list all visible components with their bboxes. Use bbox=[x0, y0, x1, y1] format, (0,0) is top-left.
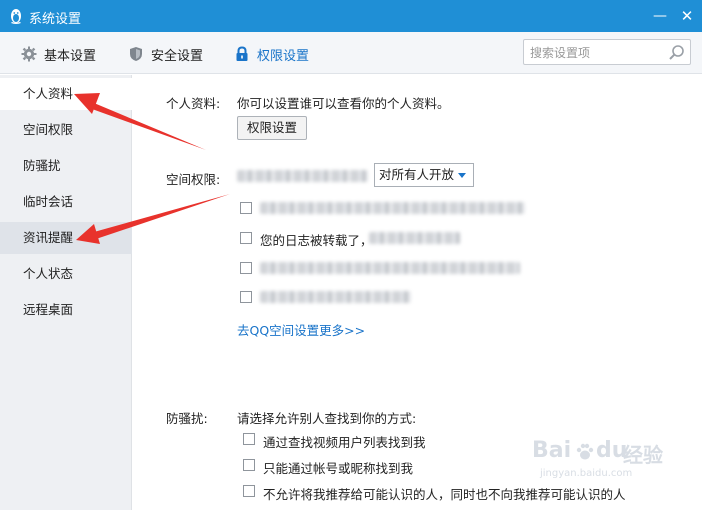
blurred-text bbox=[237, 170, 368, 182]
search-input[interactable] bbox=[530, 44, 660, 62]
tab-permission-settings[interactable]: 权限设置 bbox=[234, 44, 309, 64]
find-option-label-3: 不允许将我推荐给可能认识的人，同时也不向我推荐可能认识的人 bbox=[263, 487, 626, 502]
search-box bbox=[523, 39, 691, 65]
sidebar-item-anti-harass[interactable]: 防骚扰 bbox=[0, 150, 132, 182]
qq-penguin-icon bbox=[11, 9, 21, 24]
anti-harass-section-label: 防骚扰: bbox=[166, 411, 208, 426]
sidebar-item-profile[interactable]: 个人资料 bbox=[0, 78, 132, 110]
find-option-checkbox-3[interactable] bbox=[243, 485, 255, 497]
title-bar: 系统设置 — ✕ bbox=[0, 0, 702, 32]
anti-harass-description: 请选择允许别人查找到你的方式: bbox=[237, 411, 417, 426]
search-icon[interactable] bbox=[668, 44, 685, 61]
space-option-checkbox-4[interactable] bbox=[240, 291, 252, 303]
tab-label: 基本设置 bbox=[44, 48, 97, 64]
gear-icon bbox=[21, 46, 37, 62]
tab-basic-settings[interactable]: 基本设置 bbox=[21, 44, 96, 64]
permission-settings-button[interactable]: 权限设置 bbox=[237, 116, 307, 140]
close-button[interactable]: ✕ bbox=[677, 6, 697, 26]
space-option-label-2: 您的日志被转载了， bbox=[260, 233, 373, 248]
tab-label: 安全设置 bbox=[151, 48, 204, 64]
tab-label: 权限设置 bbox=[257, 48, 310, 64]
space-option-checkbox-1[interactable] bbox=[240, 202, 252, 214]
sidebar-item-temp-session[interactable]: 临时会话 bbox=[0, 186, 132, 218]
space-section-label: 空间权限: bbox=[166, 172, 221, 187]
dropdown-value: 对所有人开放 bbox=[379, 167, 455, 182]
visibility-dropdown[interactable]: 对所有人开放 bbox=[374, 163, 474, 187]
sidebar-item-news-alert[interactable]: 资讯提醒 bbox=[0, 222, 132, 254]
blurred-text bbox=[260, 291, 411, 303]
lock-icon bbox=[236, 46, 248, 61]
find-option-label-2: 只能通过帐号或昵称找到我 bbox=[263, 461, 414, 476]
qzone-settings-link[interactable]: 去QQ空间设置更多>> bbox=[237, 320, 365, 339]
blurred-text bbox=[260, 262, 520, 274]
window-title: 系统设置 bbox=[29, 12, 82, 27]
find-option-checkbox-1[interactable] bbox=[243, 433, 255, 445]
sidebar: 个人资料 空间权限 防骚扰 临时会话 资讯提醒 个人状态 远程桌面 bbox=[0, 75, 132, 510]
profile-section-label: 个人资料: bbox=[166, 96, 221, 111]
settings-panel: 个人资料: 你可以设置谁可以查看你的个人资料。 权限设置 空间权限: 对所有人开… bbox=[133, 75, 702, 510]
blurred-text bbox=[260, 202, 525, 214]
find-option-checkbox-2[interactable] bbox=[243, 459, 255, 471]
space-option-checkbox-3[interactable] bbox=[240, 262, 252, 274]
shield-icon bbox=[130, 47, 142, 61]
blurred-text bbox=[369, 232, 460, 244]
chevron-down-icon bbox=[458, 173, 466, 178]
sidebar-item-remote-desktop[interactable]: 远程桌面 bbox=[0, 294, 132, 326]
minimize-button[interactable]: — bbox=[650, 6, 670, 26]
space-option-checkbox-2[interactable] bbox=[240, 232, 252, 244]
sidebar-item-space-permission[interactable]: 空间权限 bbox=[0, 114, 132, 146]
profile-description: 你可以设置谁可以查看你的个人资料。 bbox=[237, 96, 450, 111]
sidebar-item-personal-status[interactable]: 个人状态 bbox=[0, 258, 132, 290]
find-option-label-1: 通过查找视频用户列表找到我 bbox=[263, 435, 426, 450]
tab-security-settings[interactable]: 安全设置 bbox=[128, 44, 203, 64]
